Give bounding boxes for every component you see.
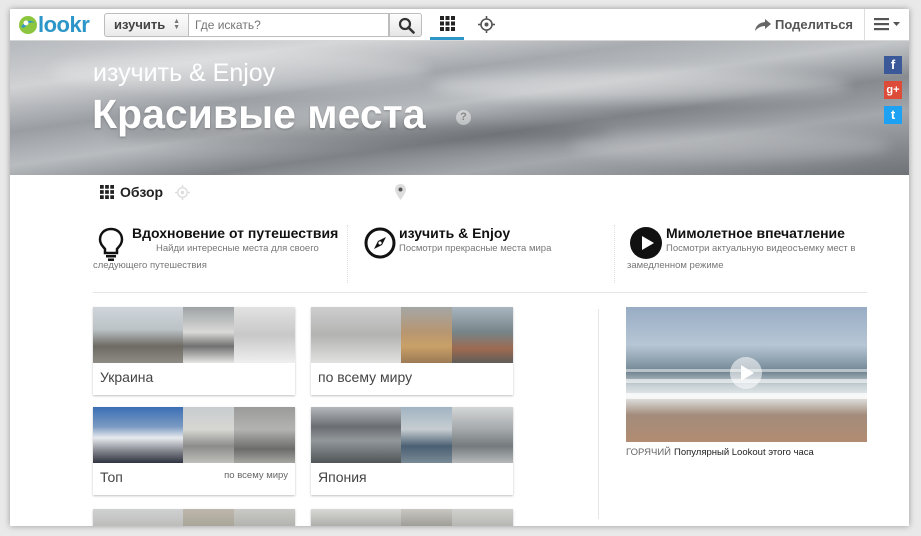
thumbnail bbox=[93, 307, 183, 363]
share-arrow-icon bbox=[755, 18, 771, 31]
browser-page: lookr изучить ▲ ▼ Где искать? Поделиться… bbox=[10, 9, 909, 526]
tab-overview-label: Обзор bbox=[120, 184, 164, 200]
hot-badge: ГОРЯЧИЙ bbox=[626, 447, 671, 458]
thumbnail bbox=[401, 407, 452, 463]
logo-icon bbox=[19, 16, 37, 34]
nearby-button[interactable] bbox=[472, 9, 502, 40]
hero-subtitle: изучить & Enjoy bbox=[93, 59, 276, 87]
feature-title: Вдохновение от путешествия bbox=[132, 225, 339, 241]
tile-label: Украина bbox=[100, 369, 154, 385]
tile-sublabel: по всему миру bbox=[224, 470, 288, 481]
feature-separator bbox=[347, 225, 348, 283]
tile-worldwide[interactable]: по всему миру bbox=[311, 307, 513, 395]
logo[interactable]: lookr bbox=[18, 12, 90, 37]
mode-select-value: изучить bbox=[114, 17, 166, 32]
feature-desc-line2: следующего путешествия bbox=[93, 260, 207, 271]
tile-thumbnails bbox=[93, 407, 295, 463]
grid-icon bbox=[100, 185, 114, 199]
play-button[interactable] bbox=[730, 357, 762, 389]
thumbnail bbox=[93, 509, 183, 526]
tile-label: Япония bbox=[318, 469, 367, 485]
tile-thumbnails bbox=[93, 509, 295, 526]
googleplus-icon[interactable]: g+ bbox=[884, 81, 902, 99]
play-circle-icon bbox=[630, 227, 662, 259]
thumbnail bbox=[452, 509, 513, 526]
thumbnail bbox=[452, 407, 513, 463]
tab-map[interactable]: Карта bbox=[395, 175, 449, 209]
thumbnail bbox=[234, 509, 295, 526]
mode-select[interactable]: изучить ▲ ▼ bbox=[104, 13, 188, 37]
popular-video[interactable] bbox=[626, 307, 867, 442]
feature-desc-line1: Найди интересные места для своего bbox=[156, 243, 319, 254]
tile-partial[interactable] bbox=[311, 509, 513, 526]
tile-partial[interactable] bbox=[93, 509, 295, 526]
search-button[interactable] bbox=[389, 13, 422, 37]
thumbnail bbox=[93, 407, 183, 463]
video-caption-text: Популярный Lookout этого часа bbox=[673, 447, 814, 458]
feature-separator bbox=[614, 225, 615, 283]
tile-thumbnails bbox=[93, 307, 295, 363]
crosshair-icon bbox=[478, 16, 495, 33]
feature-timelapse[interactable]: Мимолетное впечатление Посмотри актуальн… bbox=[627, 225, 870, 283]
facebook-icon[interactable]: f bbox=[884, 56, 902, 74]
menu-button[interactable] bbox=[864, 9, 909, 41]
tab-map-label: Карта bbox=[412, 184, 450, 200]
tile-label: по всему миру bbox=[318, 369, 413, 385]
crosshair-icon bbox=[175, 184, 190, 200]
share-label: Поделиться bbox=[775, 17, 854, 32]
search-icon bbox=[398, 17, 415, 34]
hero-tabs: Обзор Что находится вокруг меня? Карта bbox=[10, 175, 909, 209]
grid-view-button[interactable] bbox=[430, 9, 464, 40]
twitter-icon[interactable]: t bbox=[884, 106, 902, 124]
tile-thumbnails bbox=[311, 407, 513, 463]
feature-title: Мимолетное впечатление bbox=[666, 225, 845, 241]
search-input[interactable] bbox=[188, 13, 389, 37]
updown-arrows-icon: ▲ ▼ bbox=[173, 18, 180, 31]
thumbnail bbox=[401, 307, 452, 363]
thumbnail bbox=[234, 407, 295, 463]
tab-nearby-label: Что находится вокруг меня? bbox=[196, 184, 380, 200]
tile-thumbnails bbox=[311, 509, 513, 526]
hero-title: Красивые места bbox=[92, 91, 426, 137]
thumbnail bbox=[183, 509, 234, 526]
top-bar: lookr изучить ▲ ▼ Где искать? Поделиться bbox=[10, 9, 909, 41]
map-pin-icon bbox=[395, 184, 406, 200]
tile-thumbnails bbox=[311, 307, 513, 363]
help-icon[interactable]: ? bbox=[456, 110, 471, 125]
thumbnail bbox=[452, 307, 513, 363]
grid-icon bbox=[440, 16, 455, 31]
tile-label: Топ bbox=[100, 469, 123, 485]
feature-desc-line2: замедленном режиме bbox=[627, 260, 724, 271]
logo-text: lookr bbox=[38, 12, 90, 37]
feature-explore[interactable]: изучить & Enjoy Посмотри прекрасные мест… bbox=[364, 225, 604, 283]
tile-ukraine[interactable]: Украина bbox=[93, 307, 295, 395]
tile-japan[interactable]: Япония bbox=[311, 407, 513, 495]
hero-banner: изучить & Enjoy Красивые места ? f g+ t bbox=[10, 41, 909, 175]
feature-inspiration[interactable]: Вдохновение от путешествия Найди интерес… bbox=[93, 225, 348, 283]
social-links: f g+ t bbox=[884, 56, 902, 131]
share-button[interactable]: Поделиться bbox=[755, 17, 853, 32]
feature-desc-line1: Посмотри прекрасные места мира bbox=[399, 243, 552, 254]
tile-top[interactable]: Топ по всему миру bbox=[93, 407, 295, 495]
thumbnail bbox=[401, 509, 452, 526]
feature-title: изучить & Enjoy bbox=[399, 225, 511, 241]
compass-icon bbox=[364, 227, 396, 259]
thumbnail bbox=[311, 307, 401, 363]
tab-nearby[interactable]: Что находится вокруг меня? bbox=[175, 175, 379, 209]
hamburger-menu-icon bbox=[874, 18, 900, 31]
thumbnail bbox=[183, 307, 234, 363]
lightbulb-icon bbox=[98, 227, 124, 261]
feature-desc-line1: Посмотри актуальную видеосъемку мест в bbox=[666, 243, 856, 254]
column-separator bbox=[598, 309, 599, 519]
play-icon bbox=[741, 365, 754, 381]
thumbnail bbox=[234, 307, 295, 363]
video-caption: ГОРЯЧИЙ Популярный Lookout этого часа bbox=[626, 447, 814, 458]
divider bbox=[93, 292, 867, 293]
thumbnail bbox=[183, 407, 234, 463]
tab-overview[interactable]: Обзор bbox=[93, 175, 171, 209]
thumbnail bbox=[311, 407, 401, 463]
thumbnail bbox=[311, 509, 401, 526]
